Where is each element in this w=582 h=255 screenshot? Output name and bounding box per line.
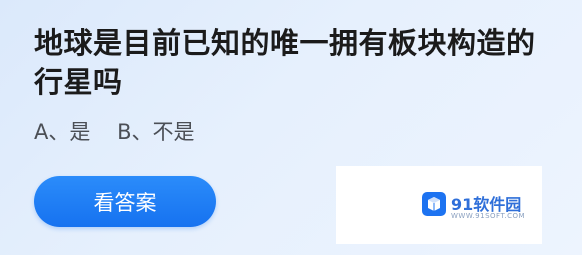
box-icon	[422, 192, 446, 216]
view-answer-button[interactable]: 看答案	[34, 176, 216, 227]
watermark-url: WWW.91SOFT.COM	[451, 212, 526, 220]
answer-options: A、是 B、不是	[34, 120, 195, 144]
watermark: 91软件园 WWW.91SOFT.COM	[336, 166, 542, 244]
question-text: 地球是目前已知的唯一拥有板块构造的行星吗	[34, 26, 536, 99]
